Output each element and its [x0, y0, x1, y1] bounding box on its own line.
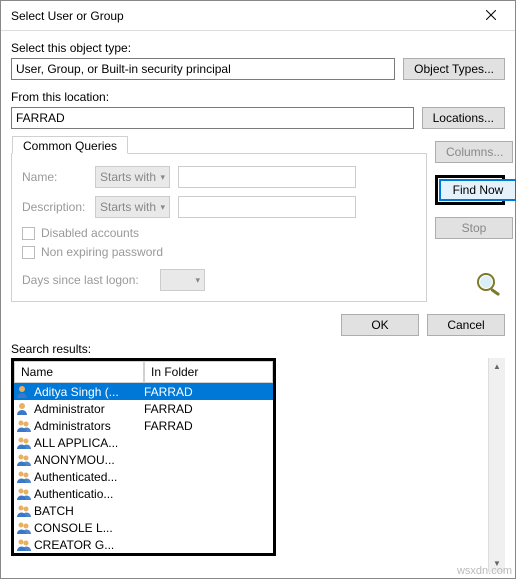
results-scrollbar[interactable]: ▲ ▼ — [488, 358, 505, 572]
cancel-button[interactable]: Cancel — [427, 314, 505, 336]
results-highlight-box: Name In Folder Aditya Singh (...FARRADAd… — [11, 358, 276, 556]
ok-button[interactable]: OK — [341, 314, 419, 336]
user-icon — [16, 385, 32, 399]
location-input[interactable] — [11, 107, 414, 129]
description-filter-label: Description: — [22, 200, 87, 214]
result-row[interactable]: CREATOR G... — [14, 536, 273, 553]
result-name: Administrators — [34, 419, 144, 433]
chevron-down-icon: ▾ — [160, 172, 165, 183]
name-match-value: Starts with — [100, 170, 156, 184]
result-folder: FARRAD — [144, 402, 193, 416]
group-icon — [16, 453, 32, 467]
result-row[interactable]: Authenticated... — [14, 468, 273, 485]
chevron-down-icon: ▾ — [160, 202, 165, 213]
result-row[interactable]: BATCH — [14, 502, 273, 519]
search-icon[interactable] — [473, 271, 505, 304]
group-icon — [16, 487, 32, 501]
watermark: wsxdn.com — [457, 565, 512, 577]
result-name: Authenticatio... — [34, 487, 144, 501]
close-icon — [486, 9, 496, 23]
group-icon — [16, 436, 32, 450]
result-name: ALL APPLICA... — [34, 436, 144, 450]
disabled-accounts-label: Disabled accounts — [41, 226, 139, 240]
result-folder: FARRAD — [144, 385, 193, 399]
find-now-button[interactable]: Find Now — [439, 179, 516, 201]
result-row[interactable]: AdministratorsFARRAD — [14, 417, 273, 434]
stop-button[interactable]: Stop — [435, 217, 513, 239]
search-results-label: Search results: — [11, 342, 505, 356]
object-type-label: Select this object type: — [11, 41, 505, 55]
result-name: Aditya Singh (... — [34, 385, 144, 399]
location-label: From this location: — [11, 90, 505, 104]
results-header: Name In Folder — [14, 361, 273, 383]
result-row[interactable]: ANONYMOU... — [14, 451, 273, 468]
column-header-name[interactable]: Name — [14, 361, 144, 383]
dialog-content: Select this object type: Object Types...… — [1, 31, 515, 578]
description-match-select[interactable]: Starts with ▾ — [95, 196, 170, 218]
result-name: ANONYMOU... — [34, 453, 144, 467]
chevron-down-icon: ▾ — [195, 275, 200, 286]
non-expiring-label: Non expiring password — [41, 245, 163, 259]
result-name: Administrator — [34, 402, 144, 416]
group-icon — [16, 504, 32, 518]
result-row[interactable]: AdministratorFARRAD — [14, 400, 273, 417]
scroll-up-icon[interactable]: ▲ — [489, 358, 505, 375]
non-expiring-checkbox[interactable] — [22, 246, 35, 259]
result-row[interactable]: ALL APPLICA... — [14, 434, 273, 451]
common-queries-group: Common Queries Name: Starts with ▾ Descr… — [11, 153, 427, 302]
result-row[interactable]: Aditya Singh (...FARRAD — [14, 383, 273, 400]
name-match-select[interactable]: Starts with ▾ — [95, 166, 170, 188]
results-list: Aditya Singh (...FARRADAdministratorFARR… — [14, 383, 273, 553]
result-row[interactable]: Authenticatio... — [14, 485, 273, 502]
select-user-dialog: Select User or Group Select this object … — [0, 0, 516, 579]
window-title: Select User or Group — [11, 9, 124, 23]
group-icon — [16, 470, 32, 484]
close-button[interactable] — [471, 3, 511, 29]
result-row[interactable]: CONSOLE L... — [14, 519, 273, 536]
tab-common-queries[interactable]: Common Queries — [12, 136, 128, 154]
name-filter-input[interactable] — [178, 166, 356, 188]
days-since-logon-select[interactable]: ▾ — [160, 269, 205, 291]
object-types-button[interactable]: Object Types... — [403, 58, 505, 80]
group-icon — [16, 521, 32, 535]
description-filter-input[interactable] — [178, 196, 356, 218]
column-header-folder[interactable]: In Folder — [144, 361, 273, 383]
result-name: BATCH — [34, 504, 144, 518]
group-icon — [16, 419, 32, 433]
result-name: CREATOR G... — [34, 538, 144, 552]
titlebar: Select User or Group — [1, 1, 515, 31]
find-now-highlight: Find Now — [435, 175, 505, 205]
disabled-accounts-checkbox[interactable] — [22, 227, 35, 240]
result-name: Authenticated... — [34, 470, 144, 484]
result-folder: FARRAD — [144, 419, 193, 433]
name-filter-label: Name: — [22, 170, 87, 184]
columns-button[interactable]: Columns... — [435, 141, 513, 163]
description-match-value: Starts with — [100, 200, 156, 214]
object-type-input[interactable] — [11, 58, 395, 80]
locations-button[interactable]: Locations... — [422, 107, 505, 129]
days-since-logon-label: Days since last logon: — [22, 273, 152, 287]
user-icon — [16, 402, 32, 416]
group-icon — [16, 538, 32, 552]
result-name: CONSOLE L... — [34, 521, 144, 535]
